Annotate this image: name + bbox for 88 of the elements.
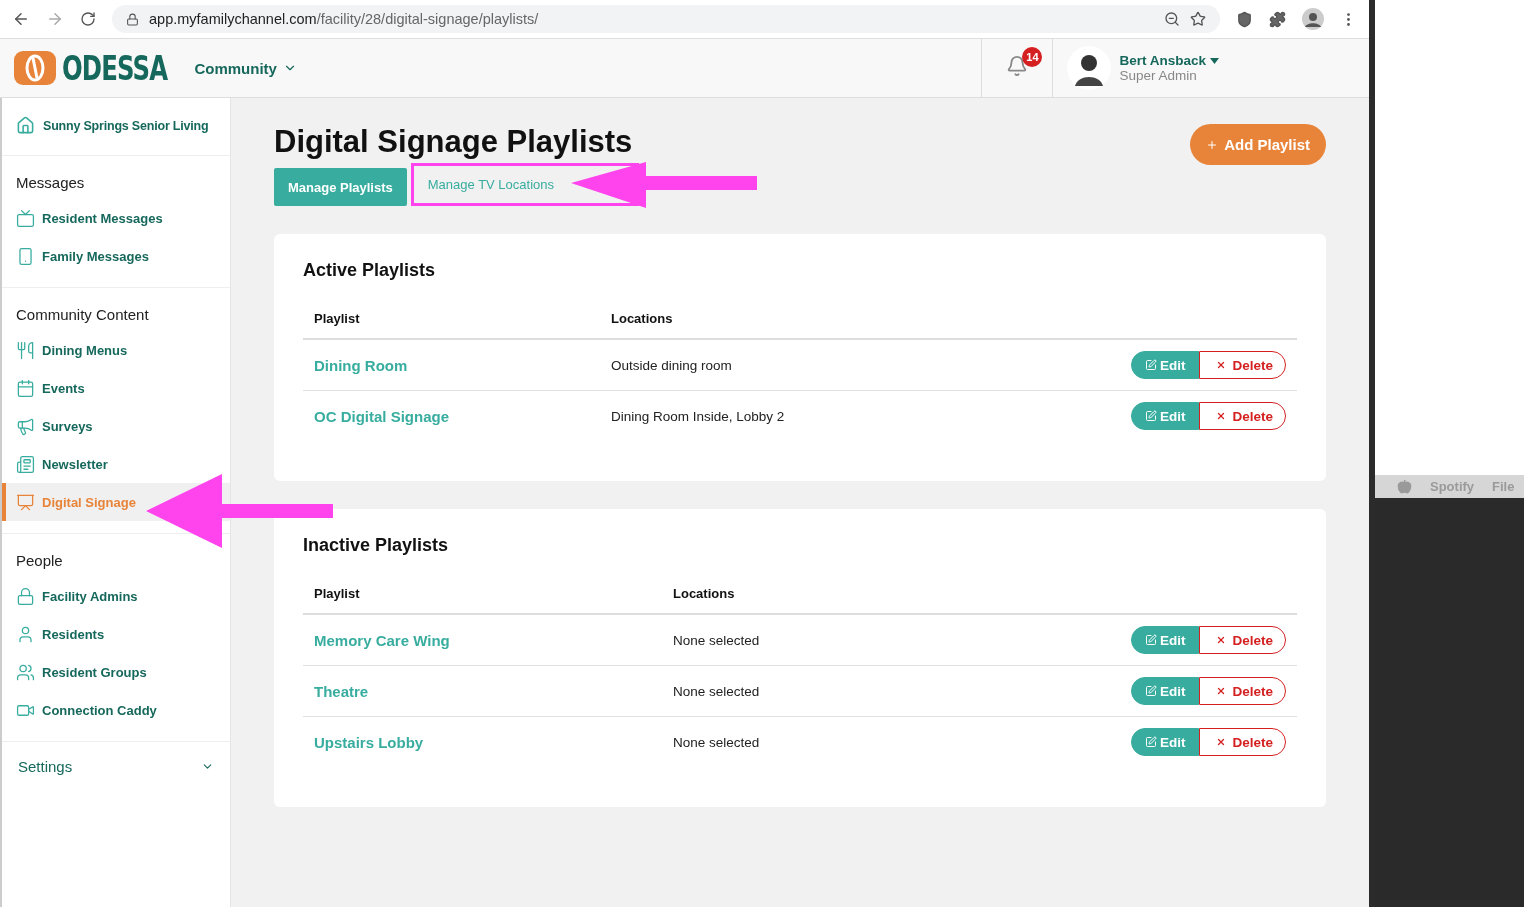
back-icon[interactable] xyxy=(12,10,30,28)
playlist-link[interactable]: Theatre xyxy=(314,682,369,700)
pencil-icon[interactable] xyxy=(1144,736,1157,748)
table-cell: Dining Room Inside, Lobby 2 xyxy=(611,408,785,424)
close-icon[interactable] xyxy=(1216,360,1227,370)
edit-button[interactable]: Edit xyxy=(1130,626,1200,654)
delete-button[interactable]: Delete xyxy=(1199,626,1286,654)
sidebar-item[interactable]: Surveys xyxy=(2,407,230,445)
tv-icon[interactable] xyxy=(16,208,35,228)
calendar-icon[interactable] xyxy=(16,378,35,398)
playlist-link[interactable]: Dining Room xyxy=(314,356,408,374)
newspaper-icon[interactable] xyxy=(16,454,35,474)
users-icon[interactable] xyxy=(16,662,35,682)
megaphone-icon[interactable] xyxy=(16,416,35,436)
close-icon[interactable] xyxy=(1216,411,1227,421)
logo-text: ODESSA xyxy=(62,48,168,88)
sidebar-item[interactable]: Resident Messages xyxy=(2,199,230,237)
user-avatar xyxy=(1067,46,1112,90)
section-heading: People xyxy=(15,551,64,571)
apple-icon[interactable] xyxy=(1397,479,1412,494)
logo-icon xyxy=(14,51,56,85)
table-cell: None selected xyxy=(673,632,760,648)
pencil-icon[interactable] xyxy=(1144,685,1157,697)
address-bar[interactable]: app.myfamilychannel.com/facility/28/digital-signage/playlists/ xyxy=(112,5,1220,33)
page-title: Digital Signage Playlists xyxy=(274,124,634,160)
sidebar-item[interactable]: Connection Caddy xyxy=(2,691,230,729)
close-icon[interactable] xyxy=(1216,635,1227,645)
community-dropdown[interactable]: Community xyxy=(188,58,303,78)
plus-icon[interactable] xyxy=(1206,138,1219,151)
user-name[interactable]: Bert Ansback xyxy=(1119,53,1219,68)
utensils-icon[interactable] xyxy=(16,340,35,360)
edit-button[interactable]: Edit xyxy=(1130,728,1200,756)
sidebar-item[interactable]: Events xyxy=(2,369,230,407)
playlist-link[interactable]: Memory Care Wing xyxy=(314,631,450,649)
profile-avatar[interactable] xyxy=(1302,8,1324,30)
playlist-link[interactable]: OC Digital Signage xyxy=(314,407,449,425)
tab[interactable]: Manage Playlists xyxy=(274,168,407,206)
pencil-icon[interactable] xyxy=(1144,410,1157,422)
sidebar-item[interactable]: Facility Admins xyxy=(2,577,230,615)
column-header: Playlist xyxy=(303,586,662,614)
notification-badge: 14 xyxy=(1022,47,1043,67)
sidebar-item[interactable]: Resident Groups xyxy=(2,653,230,691)
shield-icon[interactable] xyxy=(1236,10,1253,28)
caret-icon[interactable] xyxy=(1210,57,1219,64)
delete-button[interactable]: Delete xyxy=(1199,728,1286,756)
pencil-icon[interactable] xyxy=(1144,359,1157,371)
zoom-icon[interactable] xyxy=(1164,11,1180,27)
card-title: Active Playlists xyxy=(303,260,437,281)
edit-button[interactable]: Edit xyxy=(1130,677,1200,705)
padlock-icon[interactable] xyxy=(16,586,35,606)
url-host: app.myfamilychannel.com xyxy=(149,11,317,27)
section-heading: Messages xyxy=(15,173,86,193)
user-role: Super Admin xyxy=(1119,68,1198,83)
reload-icon[interactable] xyxy=(80,11,96,27)
table-cell: None selected xyxy=(673,683,760,699)
user-icon[interactable] xyxy=(16,624,35,644)
pencil-icon[interactable] xyxy=(1144,634,1157,646)
edit-button[interactable]: Edit xyxy=(1130,402,1200,430)
close-icon[interactable] xyxy=(1216,686,1227,696)
lock-icon xyxy=(126,12,139,26)
phone-icon[interactable] xyxy=(16,246,35,266)
table-cell: None selected xyxy=(673,734,760,750)
puzzle-icon[interactable] xyxy=(1269,10,1286,28)
sidebar-item[interactable]: Residents xyxy=(2,615,230,653)
notification-bell-icon[interactable] xyxy=(1006,55,1029,77)
playlist-link[interactable]: Upstairs Lobby xyxy=(314,733,424,751)
column-header: Locations xyxy=(662,586,1120,614)
card-title: Inactive Playlists xyxy=(303,535,450,556)
forward-icon[interactable] xyxy=(46,10,64,28)
section-heading: Community Content xyxy=(15,305,150,325)
table-cell: Outside dining room xyxy=(611,357,732,373)
close-icon[interactable] xyxy=(1216,737,1227,747)
url-path: /facility/28/digital-signage/playlists/ xyxy=(316,11,539,27)
add-playlist-button[interactable]: Add Playlist xyxy=(1190,124,1326,165)
delete-button[interactable]: Delete xyxy=(1199,351,1286,379)
delete-button[interactable]: Delete xyxy=(1199,677,1286,705)
star-icon[interactable] xyxy=(1190,11,1206,27)
edit-button[interactable]: Edit xyxy=(1130,351,1200,379)
sidebar-item[interactable]: Newsletter xyxy=(2,445,230,483)
delete-button[interactable]: Delete xyxy=(1199,402,1286,430)
settings-dropdown[interactable]: Settings xyxy=(2,742,230,791)
presentation-icon[interactable] xyxy=(16,492,35,512)
sidebar-item[interactable]: Dining Menus xyxy=(2,331,230,369)
sidebar-item[interactable]: Family Messages xyxy=(2,237,230,275)
home-icon[interactable] xyxy=(16,116,35,135)
facility-link[interactable]: Sunny Springs Senior Living xyxy=(2,98,230,156)
column-header: Playlist xyxy=(303,311,600,339)
column-header: Locations xyxy=(600,311,1120,339)
